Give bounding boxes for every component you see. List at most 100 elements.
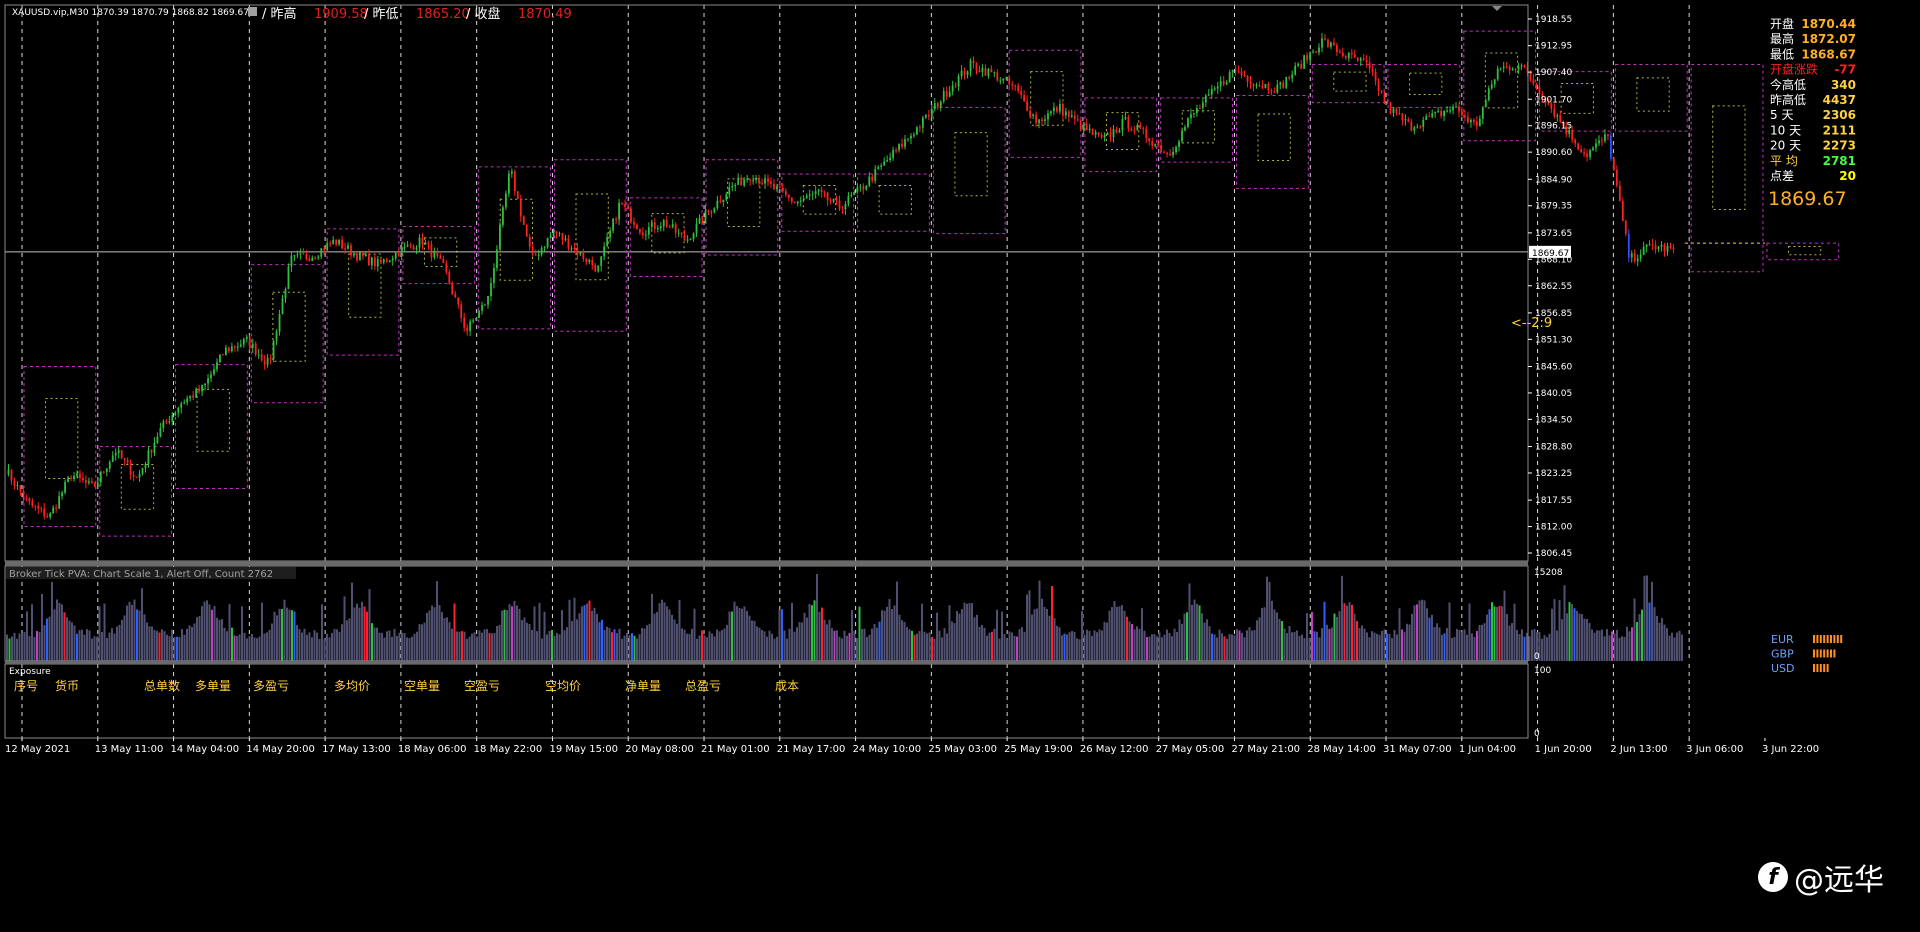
pva-volume-bar [901,620,903,661]
x-axis-tick-label: 1 Jun 04:00 [1459,744,1516,755]
pva-volume-bar [1423,600,1426,661]
value-area-box [1484,52,1519,109]
pva-volume-bar [1451,638,1453,661]
candle-body [1300,63,1303,69]
candle-body [558,233,561,235]
pva-volume-bar [1286,633,1288,661]
prev-low-value: 1865.20 [416,7,470,22]
pva-volume-bar [148,626,151,661]
candle-body [171,415,174,422]
pva-volume-bar [1573,608,1576,661]
pva-volume-bar [408,638,411,661]
x-axis-tick-label: 17 May 13:00 [322,744,391,755]
candle-body [698,218,701,224]
pva-volume-bar [1503,590,1506,661]
pva-volume-bar [156,630,158,661]
pva-volume-bar [371,623,373,661]
candle-body [1097,132,1100,135]
candle-body [957,76,960,87]
pva-volume-bar [478,630,481,661]
candle-body [1169,153,1171,156]
pva-volume-bar [971,603,973,661]
pva-volume-bar [886,606,888,661]
pva-volume-bar [1323,601,1326,661]
pva-volume-bar [573,597,576,661]
pva-volume-bar [956,611,958,661]
pva-volume-bar [701,630,703,661]
pva-volume-bar [1271,600,1273,661]
candle-body [341,239,343,249]
pva-volume-bar [571,621,573,661]
candle-body [1523,65,1526,67]
pva-volume-bar [238,634,241,661]
candle-body [1511,69,1514,71]
pva-volume-bar [873,624,876,661]
candle-body [275,331,278,341]
pva-volume-bar [1528,636,1531,661]
candle-body [213,369,215,375]
x-axis-tick-label: 20 May 08:00 [625,744,694,755]
pva-volume-bar [316,632,318,661]
candle-body [710,211,713,213]
close-label: / 收盘 [466,6,501,22]
pva-volume-bar [1586,619,1588,661]
pva-volume-bar [1181,623,1183,661]
pva-volume-bar [1513,603,1516,661]
candle-body [1249,81,1252,85]
pva-volume-bar [1128,621,1131,661]
candle-body [942,91,945,102]
pva-volume-bar [1016,636,1018,661]
candle-body [1410,121,1413,131]
x-axis-tick-label: 31 May 07:00 [1383,744,1452,755]
pva-volume-bar [308,632,311,661]
chart-svg[interactable]: 1918.55 1912.95 1907.40 1901.70 1896.15 1890.… [0,0,1920,928]
pva-volume-bar [1233,635,1236,661]
pva-volume-bar [1621,636,1623,661]
pva-volume-bar [1333,613,1336,661]
candle-body [120,450,123,459]
pva-volume-bar [1216,637,1218,661]
candle-body [1041,119,1043,121]
range-box [1614,63,1688,132]
candle-body [1070,115,1073,117]
candle-body [1011,84,1014,86]
candle-body [764,178,766,184]
currency-strength-bar [1826,664,1829,672]
pva-volume-bar [168,636,171,661]
candle-body [1407,119,1410,122]
pva-volume-bar [541,638,543,661]
currency-strength-bar [1813,649,1815,658]
candle-body [880,165,883,167]
info-panel-label: 5 天 [1770,108,1793,122]
candle-body [284,289,287,299]
value-area-box [878,184,912,215]
pva-volume-bar [798,622,801,661]
candle-body [85,480,87,483]
pva-volume-bar [103,603,106,661]
candle-body [808,194,811,196]
pva-volume-bar [1553,599,1556,661]
pva-volume-bar [1373,632,1376,661]
candle-body [391,258,394,261]
pva-volume-bar [851,610,853,661]
pva-volume-bar [1136,626,1138,661]
candle-body [415,247,418,250]
pva-volume-bar [773,638,776,661]
x-axis-tick-label: 13 May 11:00 [95,744,164,755]
candle-body [102,471,105,473]
candle-body [1026,101,1029,111]
pva-volume-bar [283,599,286,661]
pva-volume-bar [978,626,981,661]
info-panel-label: 最高 [1770,31,1794,46]
pva-volume-bar [981,624,983,661]
pva-volume-bar [318,638,321,661]
pva-volume-bar [453,603,456,661]
currency-label: GBP [1771,648,1794,661]
candle-body [1050,111,1052,114]
pva-volume-bar [411,636,413,661]
candle-body [52,507,55,514]
pva-volume-bar [141,588,143,661]
pva-volume-bar [1568,602,1571,661]
pva-volume-bar [688,633,691,661]
candle-body [677,232,680,234]
